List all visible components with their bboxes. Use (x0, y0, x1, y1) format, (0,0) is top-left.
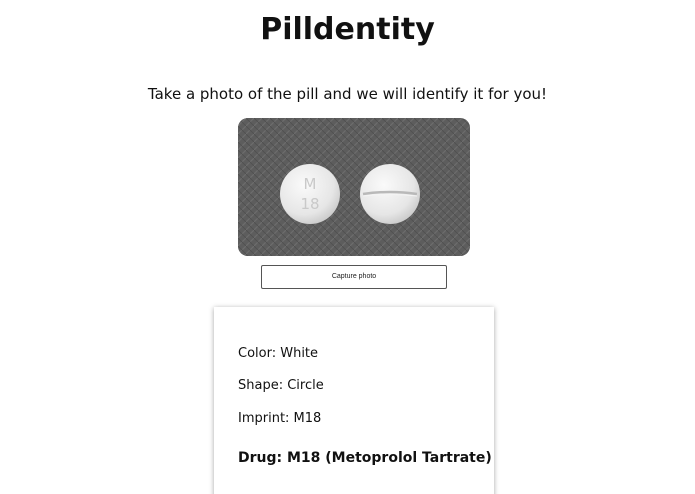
app-page: Pilldentity Take a photo of the pill and… (0, 0, 695, 494)
result-color: Color: White (238, 346, 319, 361)
pill-result-card: Color: White Shape: Circle Imprint: M18 … (214, 307, 494, 494)
result-drug: Drug: M18 (Metoprolol Tartrate) (238, 450, 492, 466)
capture-photo-button[interactable]: Capture photo (261, 265, 447, 289)
pill-back (360, 164, 420, 224)
pill-front: M 18 (280, 164, 340, 224)
result-imprint: Imprint: M18 (238, 411, 322, 426)
pill-imprint-top: M (304, 175, 317, 193)
app-subtitle: Take a photo of the pill and we will ide… (147, 85, 548, 103)
pill-imprint-bottom: 18 (300, 195, 319, 213)
app-title: Pilldentity (260, 12, 435, 47)
captured-pill-photo: M 18 (238, 118, 470, 256)
result-shape: Shape: Circle (238, 378, 324, 393)
